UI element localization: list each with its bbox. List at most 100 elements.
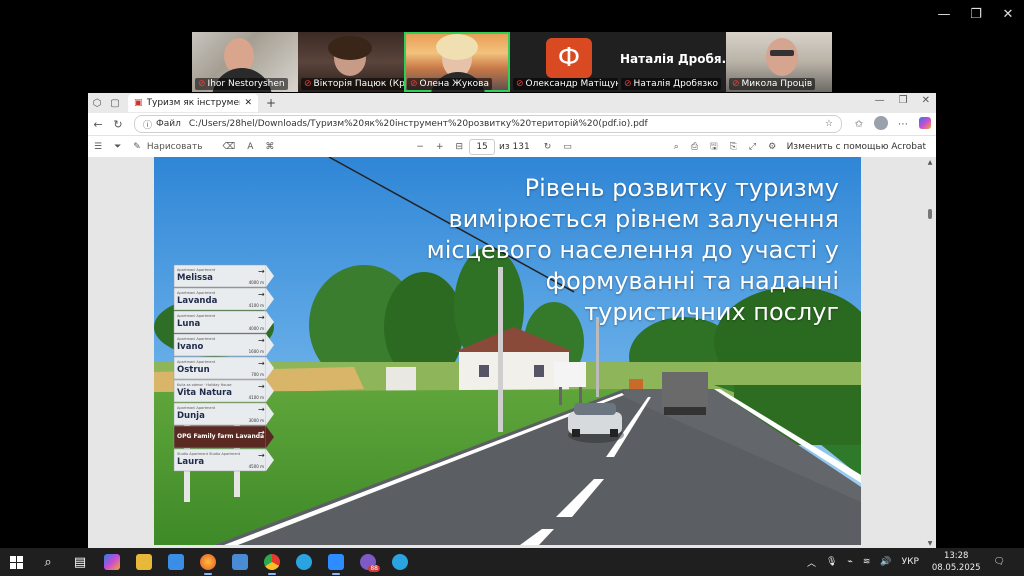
sign-name: Dunja [177,411,205,421]
notifications-icon[interactable]: 🗨 [994,557,1005,567]
network-icon[interactable]: ⌁ [847,557,852,567]
store-icon[interactable] [160,548,192,576]
microphone-icon[interactable]: 🎙 [826,557,837,567]
print-icon[interactable]: ⎙ [685,142,704,152]
copilot-button[interactable] [914,116,936,132]
windows-start-icon[interactable] [0,548,32,576]
sign-name: Luna [177,319,201,329]
favorites-icon[interactable]: ✩ [848,119,870,130]
copilot-app-icon[interactable] [96,548,128,576]
save-as-icon[interactable]: ⎘ [724,142,743,152]
wifi-icon[interactable]: ≋ [863,557,871,567]
back-icon[interactable]: ← [88,118,108,131]
minimize-icon[interactable]: — [875,95,885,106]
participant-tile[interactable]: ⊘Вікторія Пацюк (Крив... [298,32,404,92]
zoom-icon[interactable] [320,548,352,576]
avatar-icon [874,115,888,130]
close-icon[interactable]: ✕ [992,0,1024,28]
scroll-up-icon[interactable]: ▲ [926,159,934,166]
sign-distance: 4100 m [249,395,264,400]
eraser-icon[interactable]: ⌫ [217,142,242,152]
save-app-icon[interactable] [224,548,256,576]
scroll-down-icon[interactable]: ▼ [926,540,934,547]
workspaces-icon[interactable]: ⬡ [88,98,106,109]
new-tab-icon[interactable]: + [266,96,276,110]
file-explorer-icon[interactable] [128,548,160,576]
sign-row: → Apartmani ApartmentOstrun 700 m [173,356,274,380]
participant-tile[interactable]: ⊘ Ihor Nestoryshen [192,32,298,92]
sign-subtitle: Apartmani Apartment [177,268,216,272]
fullscreen-icon[interactable]: ⤢ [743,142,762,152]
search-icon[interactable]: ⌕ [668,142,685,152]
zoom-out-icon[interactable]: − [410,142,430,152]
zoom-in-icon[interactable]: + [430,142,450,152]
viber-icon[interactable]: 88 [352,548,384,576]
search-icon[interactable]: ⌕ [32,548,64,576]
browser-window: ⬡ ▢ ▣ Туризм як інструмент розвитку ✕ + … [88,93,936,549]
immersive-reader-icon[interactable]: ⌘ [259,142,280,152]
sign-subtitle: Apartmani Apartment [177,360,216,364]
sign-subtitle: Apartmani Apartment [177,291,216,295]
mic-muted-icon: ⊘ [410,79,418,89]
read-aloud-icon[interactable]: A [241,142,259,152]
chevron-up-icon[interactable]: ︿ [807,556,816,569]
settings-icon[interactable]: ⚙ [762,142,782,152]
page-number-input[interactable]: 15 [469,139,496,155]
sign-name: Lavanda [177,296,218,306]
arrow-right-icon: → [258,405,265,414]
pdf-viewport[interactable]: → Apartmani Apartment Melissa 4000 m → Apartm… [88,157,936,549]
draw-button[interactable]: Нарисовать [147,142,217,152]
sign-distance: 4100 m [249,303,264,308]
save-icon[interactable]: 🖫 [704,139,724,155]
restore-icon[interactable]: ❐ [899,95,908,106]
taskbar: ⌕ ▤ 88 ︿ 🎙 ⌁ ≋ 🔊 УКР 13:28 08.05.2025 🗨 [0,548,1024,576]
rotate-icon[interactable]: ↻ [538,142,558,152]
participant-tile[interactable]: ⊘ Микола Проців [726,32,832,92]
restore-icon[interactable]: ❐ [960,0,992,28]
sign-distance: 4000 m [249,326,264,331]
fit-page-icon[interactable]: ⊟ [450,142,470,152]
refresh-icon[interactable]: ↻ [108,118,128,131]
firefox-icon[interactable] [192,548,224,576]
participant-tile-active[interactable]: ⊘ Олена Жукова [404,32,510,92]
sign-subtitle: Apartmani Apartment [177,406,216,410]
minimize-icon[interactable]: — [928,0,960,28]
mic-muted-icon: ⊘ [624,79,632,89]
language-indicator[interactable]: УКР [902,557,919,567]
tab-pdf[interactable]: ▣ Туризм як інструмент розвитку ✕ [128,94,258,112]
draw-icon[interactable]: ✎ [127,142,147,152]
telegram-icon-2[interactable] [384,548,416,576]
participant-name: Олександр Матіщук [525,79,618,89]
page-total: из 131 [499,142,530,152]
more-icon[interactable]: ⋯ [892,119,914,130]
volume-icon[interactable]: 🔊 [880,557,891,567]
sign-name: Ivano [177,342,203,352]
close-icon[interactable]: ✕ [922,95,930,106]
page-view-icon[interactable]: ▭ [557,142,578,152]
chrome-icon[interactable] [256,548,288,576]
contents-icon[interactable]: ☰ [88,142,108,152]
sign-subtitle: Kuća za odmor · Holiday House [177,383,232,387]
vertical-scrollbar[interactable]: ▲ ▼ [926,157,934,549]
date: 08.05.2025 [931,563,981,573]
tab-actions-icon[interactable]: ▢ [106,98,124,109]
task-view-icon[interactable]: ▤ [64,548,96,576]
sign-subtitle: Apartmani Apartment [177,314,216,318]
participant-name: Наталія Дробязко [633,79,719,89]
sign-name: Ostrun [177,365,210,375]
sign-row: → Apartmani ApartmentIvano 1600 m [173,333,274,357]
scroll-thumb[interactable] [928,209,932,219]
sign-subtitle: Studio Apartment Studio Apartment [177,452,241,456]
profile-button[interactable] [870,115,892,133]
sign-row: → Apartmani ApartmentDunja 3000 m [173,402,274,426]
url-field[interactable]: ⓘ Файл C:/Users/28hel/Downloads/Туризм%2… [134,115,842,133]
telegram-icon[interactable] [288,548,320,576]
favorite-star-icon[interactable]: ☆ [825,119,833,129]
clock[interactable]: 13:28 08.05.2025 [932,550,981,574]
filter-icon[interactable]: ⏷ [108,142,127,152]
participant-tile[interactable]: Наталія Дробя... ⊘ Наталія Дробязко [618,32,726,92]
copilot-icon [919,116,931,129]
close-tab-icon[interactable]: ✕ [244,98,252,108]
edit-with-acrobat-button[interactable]: Изменить с помощью Acrobat [787,142,926,152]
participant-tile[interactable]: Ф ⊘ Олександр Матіщук [510,32,618,92]
